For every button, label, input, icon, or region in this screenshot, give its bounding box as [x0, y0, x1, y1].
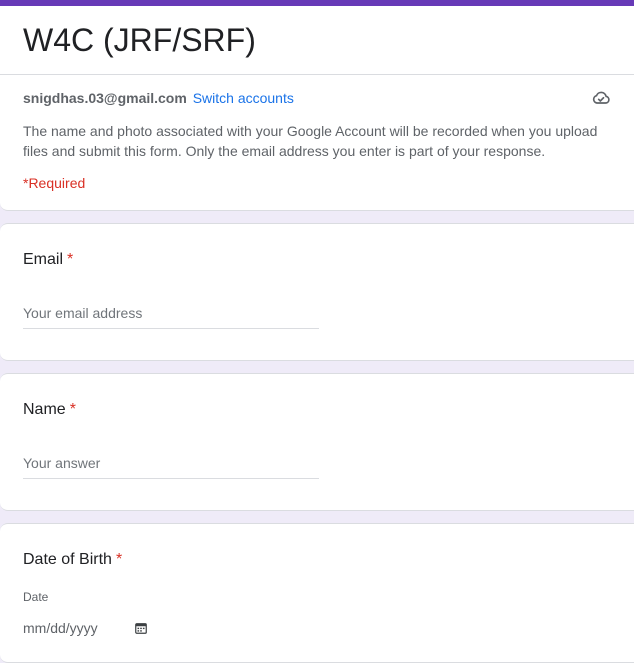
switch-accounts-link[interactable]: Switch accounts: [193, 90, 294, 106]
date-sub-label: Date: [23, 590, 49, 604]
date-of-birth-input[interactable]: mm/dd/yyyy: [23, 619, 149, 641]
account-row: snigdhas.03@gmail.com Switch accounts: [23, 89, 294, 107]
calendar-icon[interactable]: [135, 622, 147, 634]
question-label: Name: [23, 401, 66, 418]
account-email: snigdhas.03@gmail.com: [23, 90, 187, 106]
title-divider: [0, 74, 634, 75]
form-header-card: W4C (JRF/SRF) snigdhas.03@gmail.com Swit…: [0, 0, 634, 211]
required-note: *Required: [23, 175, 86, 191]
question-card-email: Email * Your email address: [0, 223, 634, 361]
required-star: *: [115, 551, 123, 568]
required-star: *: [69, 401, 76, 418]
question-card-date-of-birth: Date of Birth * Date mm/dd/yyyy: [0, 523, 634, 663]
question-title-name: Name *: [23, 398, 76, 422]
question-title-email: Email *: [23, 248, 73, 272]
question-label: Date of Birth: [23, 551, 112, 568]
required-star: *: [67, 251, 74, 268]
email-field[interactable]: Your email address: [23, 304, 319, 329]
name-field[interactable]: Your answer: [23, 454, 319, 479]
cloud-check-icon: [592, 91, 610, 104]
question-title-date-of-birth: Date of Birth *: [23, 548, 122, 572]
account-notice: The name and photo associated with your …: [23, 123, 598, 159]
question-label: Email: [23, 251, 64, 268]
form-accent-bar: [0, 0, 634, 6]
form-title: W4C (JRF/SRF): [23, 22, 256, 58]
question-card-name: Name * Your answer: [0, 373, 634, 511]
